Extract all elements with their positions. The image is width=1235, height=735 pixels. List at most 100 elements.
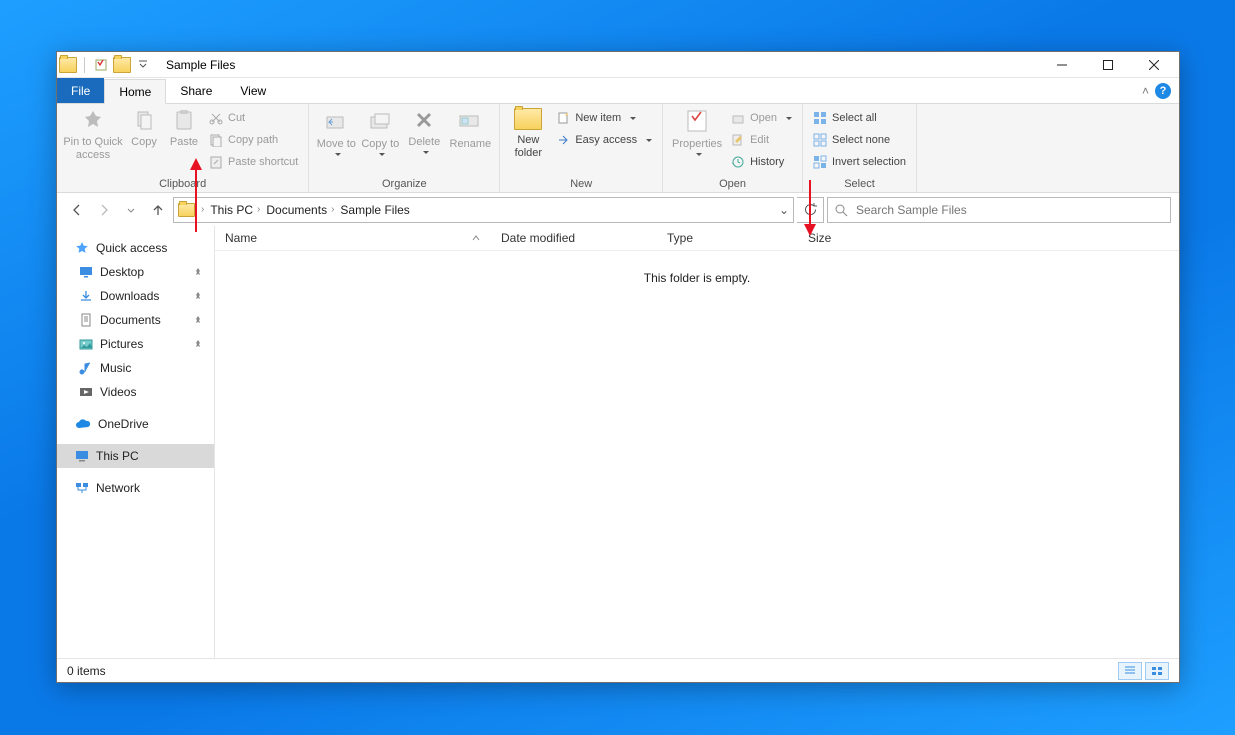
- tab-home[interactable]: Home: [104, 79, 166, 104]
- nav-network-label: Network: [96, 481, 140, 495]
- navitem-quick-access[interactable]: Quick access: [57, 236, 214, 260]
- recent-locations-button[interactable]: [119, 198, 143, 222]
- rename-button[interactable]: Rename: [447, 106, 493, 151]
- open-label: Open: [750, 112, 777, 124]
- copy-to-button[interactable]: Copy to: [359, 106, 401, 157]
- navigation-pane: Quick access Desktop Downloads Documents: [57, 226, 215, 658]
- navitem-this-pc[interactable]: This PC: [57, 444, 214, 468]
- move-to-button[interactable]: Move to: [315, 106, 357, 157]
- select-all-label: Select all: [832, 112, 877, 124]
- star-icon: [75, 241, 89, 255]
- group-new-label: New: [506, 178, 656, 192]
- sort-asc-icon: [472, 234, 480, 242]
- properties-button[interactable]: Properties: [669, 106, 725, 157]
- nav-documents-label: Documents: [100, 313, 161, 327]
- new-item-button[interactable]: New item: [552, 107, 656, 128]
- pin-to-quick-access-button[interactable]: Pin to Quick access: [63, 106, 123, 162]
- help-icon[interactable]: ?: [1155, 83, 1171, 99]
- group-select: Select all Select none Invert selection …: [803, 104, 917, 192]
- paste-shortcut-button[interactable]: Paste shortcut: [205, 151, 302, 172]
- download-icon: [79, 289, 93, 303]
- maximize-button[interactable]: [1085, 53, 1131, 77]
- delete-button[interactable]: Delete: [403, 106, 445, 155]
- navitem-videos[interactable]: Videos: [57, 380, 214, 404]
- tab-file[interactable]: File: [57, 78, 104, 103]
- navitem-onedrive[interactable]: OneDrive: [57, 412, 214, 436]
- desktop-icon: [79, 265, 93, 279]
- address-folder-icon: [178, 203, 195, 217]
- minimize-button[interactable]: [1039, 53, 1085, 77]
- column-headers: Name Date modified Type Size: [215, 226, 1179, 251]
- history-button[interactable]: History: [727, 151, 796, 172]
- pin-icon: [192, 339, 204, 349]
- navitem-downloads[interactable]: Downloads: [57, 284, 214, 308]
- group-organize-label: Organize: [315, 178, 493, 192]
- navitem-network[interactable]: Network: [57, 476, 214, 500]
- new-item-label: New item: [575, 112, 621, 124]
- select-none-button[interactable]: Select none: [809, 129, 910, 150]
- empty-folder-message: This folder is empty.: [215, 251, 1179, 658]
- cut-button[interactable]: Cut: [205, 107, 302, 128]
- collapse-ribbon-icon[interactable]: ˄: [1142, 84, 1149, 98]
- qat-newfolder-icon[interactable]: [113, 56, 131, 74]
- easy-access-button[interactable]: Easy access: [552, 129, 656, 150]
- explorer-window: Sample Files File Home Share View ˄ ? Pi…: [56, 51, 1180, 683]
- pin-icon: [192, 315, 204, 325]
- crumb-documents[interactable]: Documents›: [266, 203, 336, 217]
- rename-label: Rename: [450, 138, 492, 151]
- navitem-music[interactable]: Music: [57, 356, 214, 380]
- search-input[interactable]: [854, 202, 1164, 218]
- copy-label: Copy: [131, 136, 157, 149]
- history-label: History: [750, 156, 784, 168]
- delete-label: Delete: [408, 136, 440, 149]
- nav-downloads-label: Downloads: [100, 289, 159, 303]
- pin-label: Pin to Quick access: [63, 136, 123, 162]
- cut-label: Cut: [228, 112, 245, 124]
- window-icon[interactable]: [59, 56, 77, 74]
- invert-selection-button[interactable]: Invert selection: [809, 151, 910, 172]
- crumb-separator[interactable]: ›: [199, 204, 206, 215]
- tab-view[interactable]: View: [226, 78, 280, 103]
- copy-path-button[interactable]: Copy path: [205, 129, 302, 150]
- new-folder-button[interactable]: New folder: [506, 106, 550, 160]
- copy-button[interactable]: Copy: [125, 106, 163, 149]
- pictures-icon: [79, 337, 93, 351]
- back-button[interactable]: [65, 198, 89, 222]
- close-button[interactable]: [1131, 53, 1177, 77]
- address-bar[interactable]: › This PC› Documents› Sample Files ⌄: [173, 197, 794, 223]
- group-organize: Move to Copy to Delete Rename Organize: [309, 104, 500, 192]
- address-dropdown-icon[interactable]: ⌄: [779, 203, 789, 217]
- nav-music-label: Music: [100, 361, 131, 375]
- navitem-pictures[interactable]: Pictures: [57, 332, 214, 356]
- navitem-documents[interactable]: Documents: [57, 308, 214, 332]
- nav-desktop-label: Desktop: [100, 265, 144, 279]
- invert-selection-label: Invert selection: [832, 156, 906, 168]
- open-button[interactable]: Open: [727, 107, 796, 128]
- crumb-this-pc[interactable]: This PC›: [210, 203, 262, 217]
- col-type[interactable]: Type: [657, 231, 798, 245]
- group-clipboard-label: Clipboard: [63, 178, 302, 192]
- select-all-button[interactable]: Select all: [809, 107, 910, 128]
- navitem-desktop[interactable]: Desktop: [57, 260, 214, 284]
- tab-share[interactable]: Share: [166, 78, 226, 103]
- document-icon: [79, 313, 93, 327]
- qat-properties-icon[interactable]: [92, 56, 110, 74]
- up-button[interactable]: [146, 198, 170, 222]
- edit-button[interactable]: Edit: [727, 129, 796, 150]
- col-name[interactable]: Name: [215, 231, 491, 245]
- videos-icon: [79, 385, 93, 399]
- paste-button[interactable]: Paste: [165, 106, 203, 149]
- crumb-sample-files[interactable]: Sample Files: [340, 203, 409, 217]
- pin-icon: [192, 267, 204, 277]
- search-box[interactable]: [827, 197, 1171, 223]
- view-large-icons-button[interactable]: [1145, 662, 1169, 680]
- separator: [84, 57, 85, 73]
- view-details-button[interactable]: [1118, 662, 1142, 680]
- col-date[interactable]: Date modified: [491, 231, 657, 245]
- nav-onedrive-label: OneDrive: [98, 417, 149, 431]
- properties-label: Properties: [672, 138, 722, 151]
- forward-button[interactable]: [92, 198, 116, 222]
- qat-customize-icon[interactable]: [134, 56, 152, 74]
- status-bar: 0 items: [57, 658, 1179, 682]
- group-clipboard: Pin to Quick access Copy Paste Cut: [57, 104, 309, 192]
